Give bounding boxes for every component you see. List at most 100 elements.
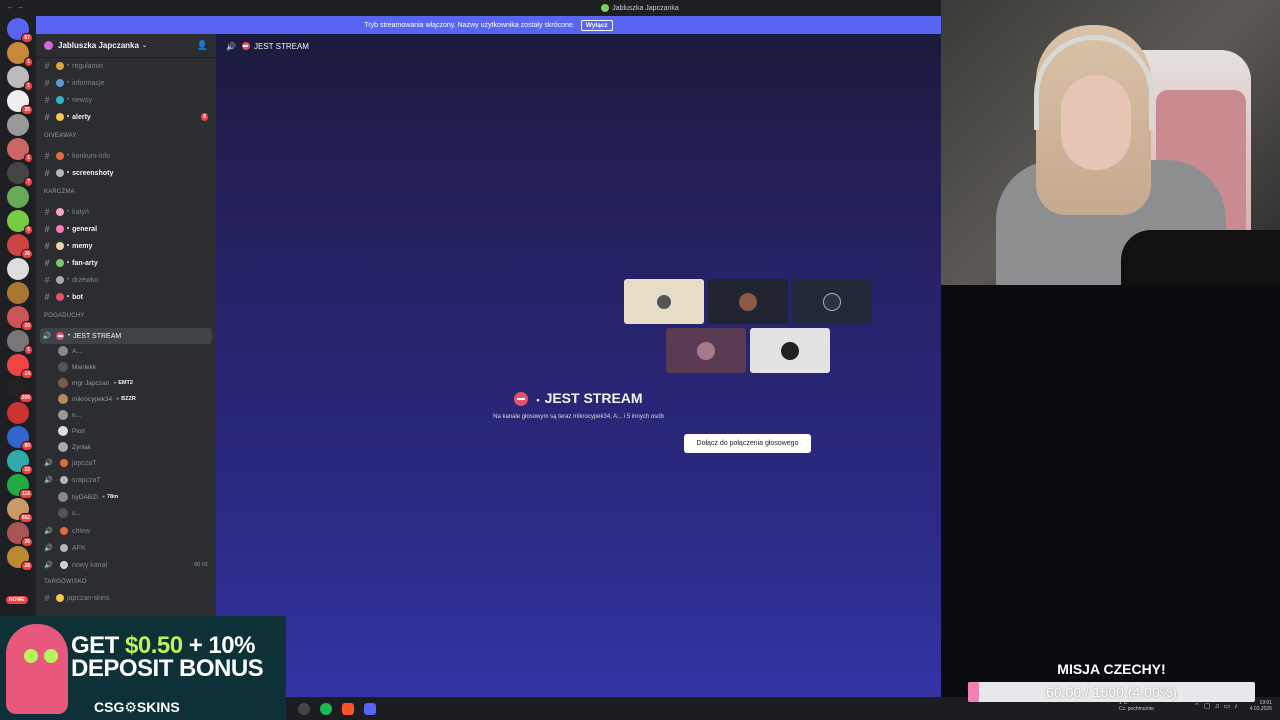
channel-label: screenshoty: [72, 169, 114, 177]
hash-icon: #: [44, 292, 50, 302]
server-icon[interactable]: [7, 282, 29, 304]
channel-emoji-icon: [56, 276, 64, 284]
server-icon[interactable]: 20: [7, 306, 33, 331]
voice-participant[interactable]: Piotr: [58, 424, 208, 438]
text-channel-item[interactable]: # japczan-skins: [40, 590, 212, 606]
speaker-icon: 🔊: [226, 41, 236, 51]
channel-label: bot: [72, 293, 83, 301]
voice-channel-item[interactable]: 🔊 japczaT: [44, 455, 212, 471]
text-channel-item[interactable]: # • screenshoty: [40, 165, 212, 181]
server-icon[interactable]: 116: [7, 474, 33, 499]
new-servers-badge[interactable]: NOWE: [6, 596, 28, 604]
server-icon[interactable]: [7, 186, 29, 208]
voice-participant[interactable]: Zynlak: [58, 440, 208, 454]
voice-participant[interactable]: A...: [58, 344, 208, 358]
server-icon[interactable]: 206: [7, 378, 33, 403]
voice-participant[interactable]: byDABZI78m: [58, 490, 208, 504]
text-channel-item[interactable]: # • bot: [40, 289, 212, 305]
hash-icon: #: [44, 258, 50, 268]
channel-header-title: JEST STREAM: [253, 41, 309, 51]
channel-category[interactable]: POGADUCHY: [44, 310, 84, 322]
voice-channel-item[interactable]: 🔊 • JEST STREAM: [40, 328, 212, 344]
text-channel-item[interactable]: # • drzewko: [40, 272, 212, 288]
server-icon[interactable]: 9: [7, 210, 33, 235]
server-icon[interactable]: 1: [7, 138, 33, 163]
server-icon[interactable]: 7: [7, 162, 33, 187]
avatar: [58, 492, 68, 502]
participant-name: Manlekk: [72, 363, 97, 371]
discord-icon[interactable]: [364, 702, 376, 715]
server-icon[interactable]: [7, 114, 29, 136]
text-channel-item[interactable]: # • katyń: [40, 204, 212, 220]
brave-icon[interactable]: [342, 702, 354, 715]
server-icon[interactable]: 1: [7, 42, 33, 67]
channel-label: newsy: [72, 96, 92, 104]
guild-header[interactable]: Jabluszka Japczanka ⌄ 👤: [36, 34, 216, 58]
server-badge: 14: [21, 369, 33, 379]
channel-category[interactable]: KARCZMA: [44, 186, 75, 198]
voice-channel-item[interactable]: 🔊 srapczaT: [44, 472, 212, 488]
voice-channel-item[interactable]: 🔊 chlew: [44, 523, 212, 539]
channel-category[interactable]: GIVEAWAY: [44, 130, 77, 142]
participant-tile[interactable]: [750, 328, 830, 373]
text-channel-item[interactable]: # • konkurs-info: [40, 148, 212, 164]
voice-channel-view: 🔊 JEST STREAM • JEST STREAM Na kanale gło…: [216, 34, 941, 697]
disable-streamer-mode-button[interactable]: Wyłącz: [580, 19, 613, 31]
text-channel-item[interactable]: # • memy: [40, 238, 212, 254]
spotify-icon[interactable]: [320, 702, 332, 715]
server-icon[interactable]: 26: [7, 522, 33, 547]
text-channel-item[interactable]: # • fan-arty: [40, 255, 212, 271]
voice-participant[interactable]: Manlekk: [58, 360, 208, 374]
server-icon[interactable]: 36: [7, 90, 33, 115]
add-user-icon[interactable]: 👤: [197, 40, 208, 51]
hash-icon: #: [44, 151, 50, 161]
server-icon[interactable]: 1: [7, 330, 33, 355]
tray-icons[interactable]: ⌃▢♫▭♪: [1194, 702, 1242, 710]
voice-channel-item[interactable]: 🔊 nowy kanał 00 01: [44, 557, 212, 573]
voice-participant[interactable]: n...: [58, 408, 208, 422]
text-channel-item[interactable]: # • alerty 6: [40, 109, 212, 125]
participant-tile[interactable]: [666, 328, 746, 373]
no-entry-icon: [514, 392, 529, 407]
server-icon[interactable]: [7, 402, 29, 424]
hash-icon: #: [44, 593, 50, 603]
guild-icon: [44, 41, 53, 50]
participant-tile[interactable]: [624, 279, 704, 324]
participant-name: s...: [72, 509, 81, 517]
text-channel-item[interactable]: # • regulamin: [40, 58, 212, 74]
server-icon[interactable]: 28: [7, 546, 33, 571]
server-badge: 28: [21, 561, 33, 571]
participant-name: Piotr: [72, 427, 86, 435]
participant-tile[interactable]: [792, 279, 872, 324]
server-icon[interactable]: 80: [7, 426, 33, 451]
server-icon[interactable]: [7, 258, 29, 280]
server-icon[interactable]: 67: [7, 18, 33, 43]
voice-participant[interactable]: mgr JapczanEMT2: [58, 376, 208, 390]
join-voice-button[interactable]: Dołącz do połączenia głosowego: [684, 434, 811, 453]
server-icon[interactable]: 26: [7, 234, 33, 259]
channel-label: JEST STREAM: [73, 332, 122, 340]
server-icon[interactable]: 1: [7, 66, 33, 91]
text-channel-item[interactable]: # • newsy: [40, 92, 212, 108]
obs-icon[interactable]: [298, 702, 310, 715]
server-icon[interactable]: 19: [7, 450, 33, 475]
voice-channel-item[interactable]: 🔊 AFK: [44, 540, 212, 556]
text-channel-item[interactable]: # • informacje: [40, 75, 212, 91]
channel-emoji-icon: [56, 293, 64, 301]
participant-tile[interactable]: [708, 279, 788, 324]
channel-category[interactable]: TARGOWISKO: [44, 576, 87, 588]
speaker-icon: 🔊: [44, 528, 53, 535]
channel-label: fan-arty: [72, 259, 98, 267]
avatar: [58, 410, 68, 420]
avatar: [58, 394, 68, 404]
participant-name: Zynlak: [72, 443, 92, 451]
back-arrows-icon[interactable]: ← →: [6, 2, 24, 11]
sponsor-ad: GET $0.50 + 10% DEPOSIT BONUS CSG⚙SKINS: [0, 616, 286, 720]
avatar: [58, 346, 68, 356]
voice-participant[interactable]: s...: [58, 506, 208, 520]
voice-participant[interactable]: mikrocypek34BZZR: [58, 392, 208, 406]
text-channel-item[interactable]: # • general: [40, 221, 212, 237]
server-icon[interactable]: 14: [7, 354, 33, 379]
server-icon[interactable]: 682: [7, 498, 33, 523]
separator-dot: •: [67, 97, 70, 103]
